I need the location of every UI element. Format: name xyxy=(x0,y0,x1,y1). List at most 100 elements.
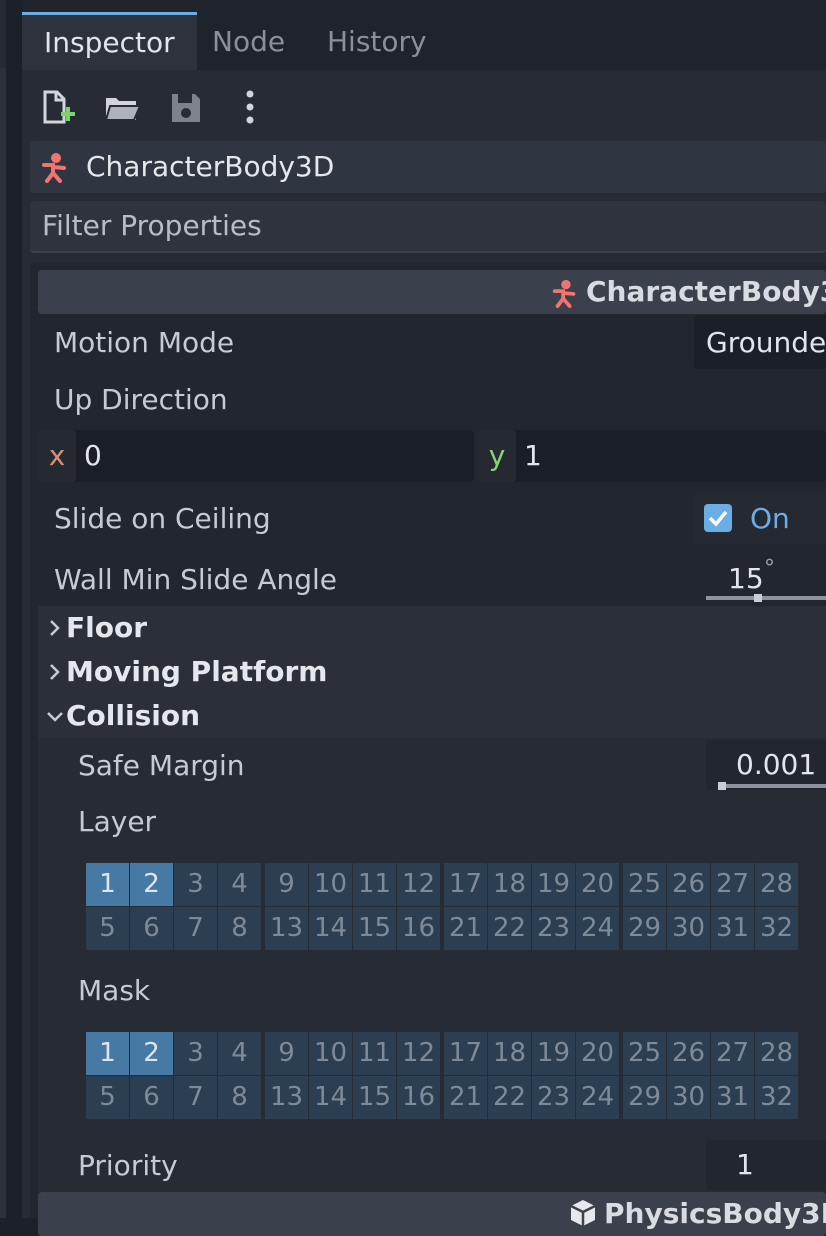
motion-mode-dropdown[interactable]: Grounded xyxy=(694,315,826,369)
new-resource-icon xyxy=(43,90,75,124)
mask-bit-25[interactable]: 25 xyxy=(623,1032,666,1075)
mask-bit-3[interactable]: 3 xyxy=(174,1032,217,1075)
up-direction-y-field[interactable]: y 1 xyxy=(478,430,826,482)
mask-bit-18[interactable]: 18 xyxy=(488,1032,531,1075)
layer-bit-25[interactable]: 25 xyxy=(623,863,666,906)
layer-bit-13[interactable]: 13 xyxy=(265,907,308,950)
layer-bit-29[interactable]: 29 xyxy=(623,907,666,950)
mask-bit-4[interactable]: 4 xyxy=(218,1032,261,1075)
tab-inspector[interactable]: Inspector xyxy=(22,12,197,71)
mask-bit-28[interactable]: 28 xyxy=(755,1032,798,1075)
layer-bit-7[interactable]: 7 xyxy=(174,907,217,950)
layer-bit-15[interactable]: 15 xyxy=(353,907,396,950)
layer-bit-14[interactable]: 14 xyxy=(309,907,352,950)
mask-bit-24[interactable]: 24 xyxy=(576,1076,619,1119)
slide-on-ceiling-checkbox[interactable]: On xyxy=(694,492,826,544)
mask-bit-15[interactable]: 15 xyxy=(353,1076,396,1119)
mask-bit-12[interactable]: 12 xyxy=(397,1032,440,1075)
mask-bit-11[interactable]: 11 xyxy=(353,1032,396,1075)
group-floor-title: Floor xyxy=(66,611,148,644)
layer-bit-5[interactable]: 5 xyxy=(86,907,129,950)
property-list: CharacterBody3D Motion Mode Grounded Up … xyxy=(30,262,826,1236)
mask-bit-16[interactable]: 16 xyxy=(397,1076,440,1119)
filter-properties-input[interactable]: Filter Properties xyxy=(30,201,826,253)
up-direction-label: Up Direction xyxy=(54,383,228,416)
section-header-characterbody3d[interactable]: CharacterBody3D xyxy=(38,270,826,314)
filter-placeholder: Filter Properties xyxy=(42,209,262,242)
wall-min-slide-angle-slider[interactable]: 15 ° xyxy=(694,554,826,604)
mask-bit-26[interactable]: 26 xyxy=(667,1032,710,1075)
safe-margin-handle[interactable] xyxy=(718,782,726,790)
physics-body-icon xyxy=(570,1200,596,1226)
layer-bit-31[interactable]: 31 xyxy=(711,907,754,950)
object-selector[interactable]: CharacterBody3D xyxy=(30,141,826,193)
layer-bit-17[interactable]: 17 xyxy=(444,863,487,906)
inspector-toolbar xyxy=(22,70,826,140)
mask-bit-10[interactable]: 10 xyxy=(309,1032,352,1075)
up-direction-x-value: 0 xyxy=(84,439,102,472)
mask-bit-19[interactable]: 19 xyxy=(532,1032,575,1075)
mask-bit-9[interactable]: 9 xyxy=(265,1032,308,1075)
group-moving-platform[interactable]: Moving Platform xyxy=(38,650,826,694)
mask-bit-32[interactable]: 32 xyxy=(755,1076,798,1119)
layer-bit-12[interactable]: 12 xyxy=(397,863,440,906)
mask-bit-13[interactable]: 13 xyxy=(265,1076,308,1119)
layer-bit-18[interactable]: 18 xyxy=(488,863,531,906)
tab-bar: Inspector Node History xyxy=(22,0,826,71)
mask-bit-6[interactable]: 6 xyxy=(130,1076,173,1119)
up-direction-x-field[interactable]: x 0 xyxy=(38,430,474,482)
group-floor[interactable]: Floor xyxy=(38,606,826,650)
priority-field[interactable]: 1 xyxy=(706,1140,826,1190)
layer-bit-3[interactable]: 3 xyxy=(174,863,217,906)
layer-bit-11[interactable]: 11 xyxy=(353,863,396,906)
layer-bit-27[interactable]: 27 xyxy=(711,863,754,906)
chevron-down-icon xyxy=(47,712,63,722)
more-options-icon xyxy=(246,90,254,124)
new-resource-button[interactable] xyxy=(36,86,80,130)
mask-bit-23[interactable]: 23 xyxy=(532,1076,575,1119)
layer-bit-28[interactable]: 28 xyxy=(755,863,798,906)
safe-margin-value: 0.001 xyxy=(736,748,817,781)
save-resource-button[interactable] xyxy=(164,86,208,130)
safe-margin-slider[interactable]: 0.001 xyxy=(706,740,826,790)
layer-bit-9[interactable]: 9 xyxy=(265,863,308,906)
more-options-button[interactable] xyxy=(228,86,272,130)
layer-bit-26[interactable]: 26 xyxy=(667,863,710,906)
layer-bit-6[interactable]: 6 xyxy=(130,907,173,950)
layer-bit-30[interactable]: 30 xyxy=(667,907,710,950)
mask-bit-5[interactable]: 5 xyxy=(86,1076,129,1119)
wall-min-slide-angle-handle[interactable] xyxy=(754,594,762,602)
layer-bit-20[interactable]: 20 xyxy=(576,863,619,906)
mask-bit-31[interactable]: 31 xyxy=(711,1076,754,1119)
mask-bit-22[interactable]: 22 xyxy=(488,1076,531,1119)
mask-bit-2[interactable]: 2 xyxy=(130,1032,173,1075)
layer-bit-23[interactable]: 23 xyxy=(532,907,575,950)
layer-bit-8[interactable]: 8 xyxy=(218,907,261,950)
layer-bit-21[interactable]: 21 xyxy=(444,907,487,950)
group-collision[interactable]: Collision xyxy=(38,694,826,738)
layer-bit-24[interactable]: 24 xyxy=(576,907,619,950)
mask-bit-7[interactable]: 7 xyxy=(174,1076,217,1119)
mask-bit-14[interactable]: 14 xyxy=(309,1076,352,1119)
layer-bit-16[interactable]: 16 xyxy=(397,907,440,950)
mask-bit-20[interactable]: 20 xyxy=(576,1032,619,1075)
mask-bit-8[interactable]: 8 xyxy=(218,1076,261,1119)
mask-bit-27[interactable]: 27 xyxy=(711,1032,754,1075)
layer-bit-10[interactable]: 10 xyxy=(309,863,352,906)
tab-history[interactable]: History xyxy=(305,14,449,70)
section-header-physicsbody3d[interactable]: PhysicsBody3D xyxy=(38,1192,826,1236)
mask-bit-21[interactable]: 21 xyxy=(444,1076,487,1119)
mask-bit-17[interactable]: 17 xyxy=(444,1032,487,1075)
layer-bit-1[interactable]: 1 xyxy=(86,863,129,906)
mask-bit-29[interactable]: 29 xyxy=(623,1076,666,1119)
layer-bit-32[interactable]: 32 xyxy=(755,907,798,950)
mask-bit-1[interactable]: 1 xyxy=(86,1032,129,1075)
character-body-icon xyxy=(552,279,576,308)
layer-bit-19[interactable]: 19 xyxy=(532,863,575,906)
open-resource-button[interactable] xyxy=(100,86,144,130)
layer-bit-22[interactable]: 22 xyxy=(488,907,531,950)
mask-bit-30[interactable]: 30 xyxy=(667,1076,710,1119)
layer-bit-4[interactable]: 4 xyxy=(218,863,261,906)
layer-bit-2[interactable]: 2 xyxy=(130,863,173,906)
tab-node[interactable]: Node xyxy=(190,14,307,70)
